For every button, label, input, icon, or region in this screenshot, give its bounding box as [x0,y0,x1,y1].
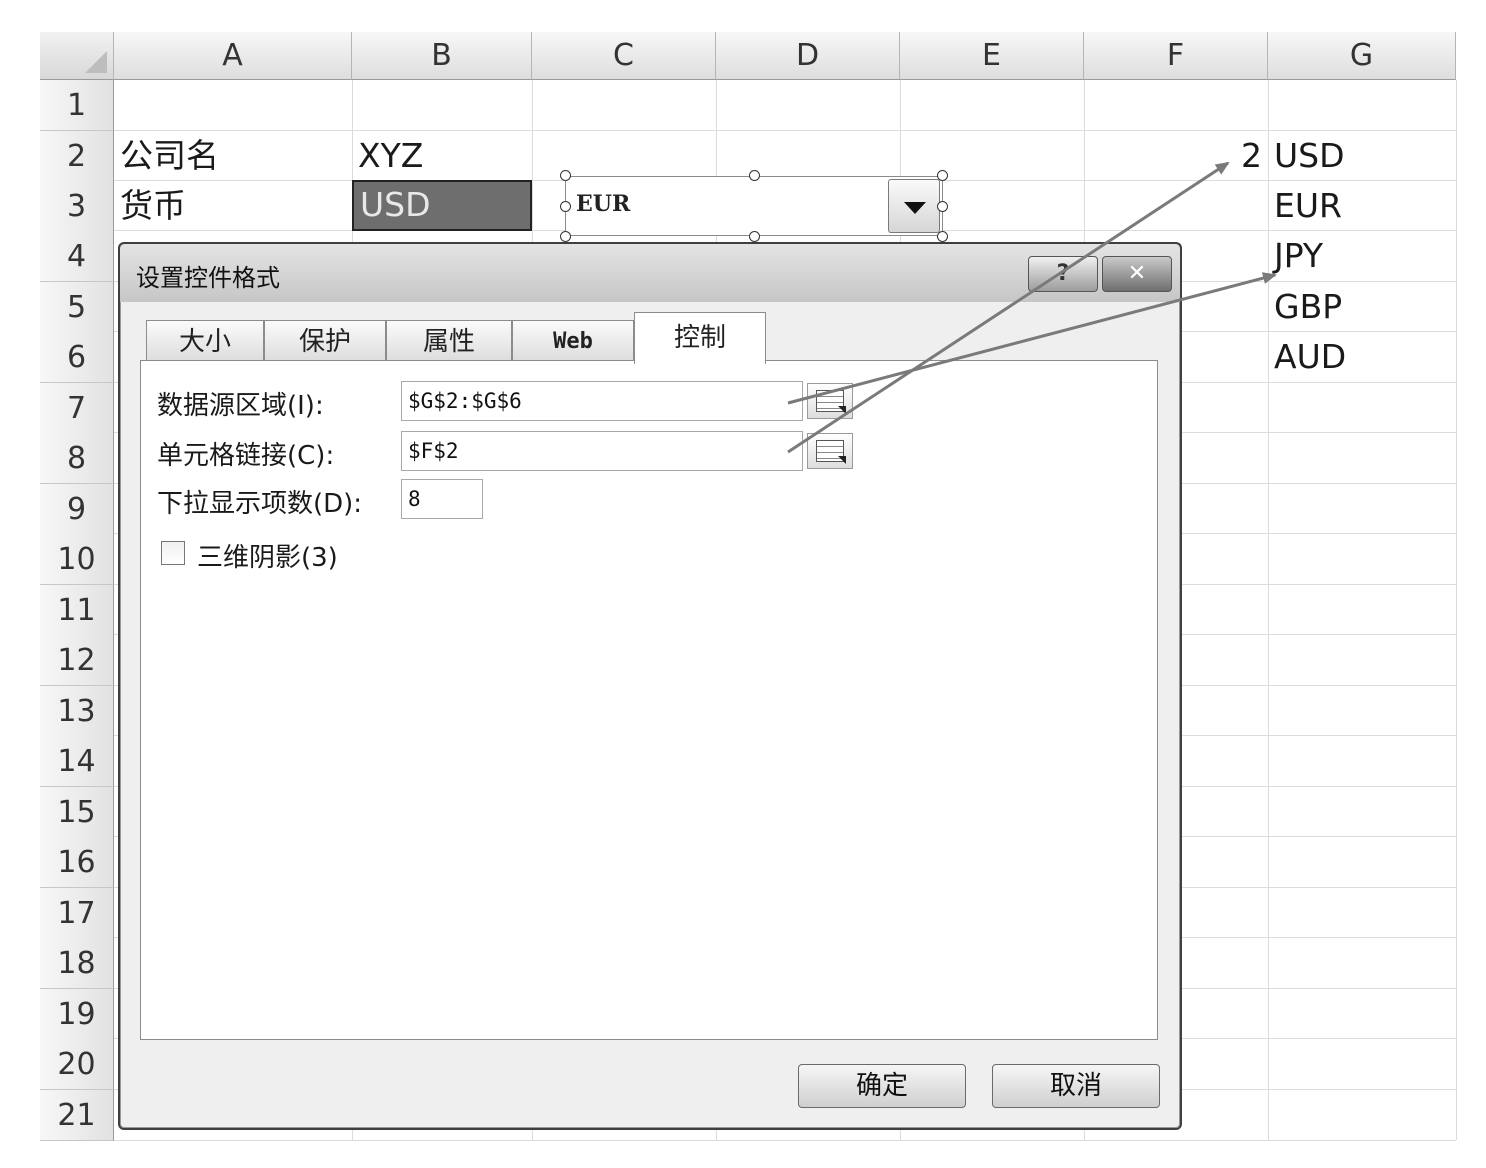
resize-handle[interactable] [560,231,571,242]
dialog-titlebar[interactable]: 设置控件格式 ? ✕ [120,244,1180,302]
combo-box-value: EUR [576,191,631,217]
range-select-button[interactable] [807,383,853,419]
column-header-d[interactable]: D [716,32,900,80]
row-header-10[interactable]: 10 [40,534,114,585]
ok-button[interactable]: 确定 [798,1064,966,1108]
cell-a2[interactable]: 公司名 [114,131,352,181]
control-tab-panel: 数据源区域(I): $G$2:$G$6 单元格链接(C): $F$2 下拉显示项… [140,360,1158,1040]
cell-b3-selected[interactable]: USD [352,180,532,231]
format-control-dialog: 设置控件格式 ? ✕ 大小 保护 属性 Web 控制 数据源区域(I): $G$… [118,242,1182,1130]
cell-link-label: 单元格链接(C): [157,441,335,471]
row-header-16[interactable]: 16 [40,837,114,888]
row-header-1[interactable]: 1 [40,80,114,131]
select-all-corner[interactable] [40,32,114,80]
resize-handle[interactable] [937,201,948,212]
tab-web[interactable]: Web [512,320,634,362]
column-header-b[interactable]: B [352,32,532,80]
cell-g5[interactable]: GBP [1268,282,1456,332]
column-header-e[interactable]: E [900,32,1084,80]
row-header-7[interactable]: 7 [40,383,114,434]
column-header-g[interactable]: G [1268,32,1456,80]
close-button[interactable]: ✕ [1102,256,1172,292]
input-range-field[interactable]: $G$2:$G$6 [401,381,803,421]
column-header-a[interactable]: A [114,32,352,80]
cancel-button[interactable]: 取消 [992,1064,1160,1108]
cell-f2[interactable]: 2 [1084,131,1268,181]
row-header-2[interactable]: 2 [40,131,114,182]
resize-handle[interactable] [560,170,571,181]
row-header-18[interactable]: 18 [40,938,114,989]
resize-handle[interactable] [749,231,760,242]
cell-g4[interactable]: JPY [1268,231,1456,281]
row-header-21[interactable]: 21 [40,1090,114,1141]
cell-b2[interactable]: XYZ [352,131,532,181]
tab-size[interactable]: 大小 [146,320,264,362]
resize-handle[interactable] [749,170,760,181]
row-header-5[interactable]: 5 [40,282,114,333]
resize-handle[interactable] [937,170,948,181]
row-header-13[interactable]: 13 [40,686,114,737]
collapse-dialog-icon [816,440,846,464]
tab-control[interactable]: 控制 [634,312,766,364]
cell-select-button[interactable] [807,433,853,469]
row-header-11[interactable]: 11 [40,585,114,636]
tab-properties[interactable]: 属性 [386,320,512,362]
dropdown-lines-label: 下拉显示项数(D): [157,489,363,519]
row-header-17[interactable]: 17 [40,888,114,939]
3d-shading-label: 三维阴影(3) [197,543,338,573]
resize-handle[interactable] [560,201,571,212]
cell-g3[interactable]: EUR [1268,181,1456,231]
cell-a3[interactable]: 货币 [114,181,352,231]
row-header-9[interactable]: 9 [40,484,114,535]
row-header-8[interactable]: 8 [40,433,114,484]
cell-g6[interactable]: AUD [1268,332,1456,382]
help-button[interactable]: ? [1028,256,1098,292]
tab-protection[interactable]: 保护 [264,320,386,362]
cell-link-field[interactable]: $F$2 [401,431,803,471]
input-range-label: 数据源区域(I): [157,391,324,421]
column-header-c[interactable]: C [532,32,716,80]
row-header-6[interactable]: 6 [40,332,114,383]
combo-box-control[interactable]: EUR [565,176,943,236]
row-header-14[interactable]: 14 [40,736,114,787]
row-header-19[interactable]: 19 [40,989,114,1040]
dropdown-arrow-button[interactable] [888,179,940,233]
3d-shading-checkbox[interactable] [161,541,185,565]
gridline [1456,80,1457,1140]
resize-handle[interactable] [937,231,948,242]
collapse-dialog-icon [816,390,846,414]
dropdown-lines-field[interactable]: 8 [401,479,483,519]
column-header-f[interactable]: F [1084,32,1268,80]
row-header-15[interactable]: 15 [40,787,114,838]
row-header-12[interactable]: 12 [40,635,114,686]
gridline [114,1140,1456,1141]
cell-g2[interactable]: USD [1268,131,1456,181]
row-header-20[interactable]: 20 [40,1039,114,1090]
row-header-4[interactable]: 4 [40,231,114,282]
row-header-3[interactable]: 3 [40,181,114,232]
dialog-title: 设置控件格式 [136,264,280,292]
